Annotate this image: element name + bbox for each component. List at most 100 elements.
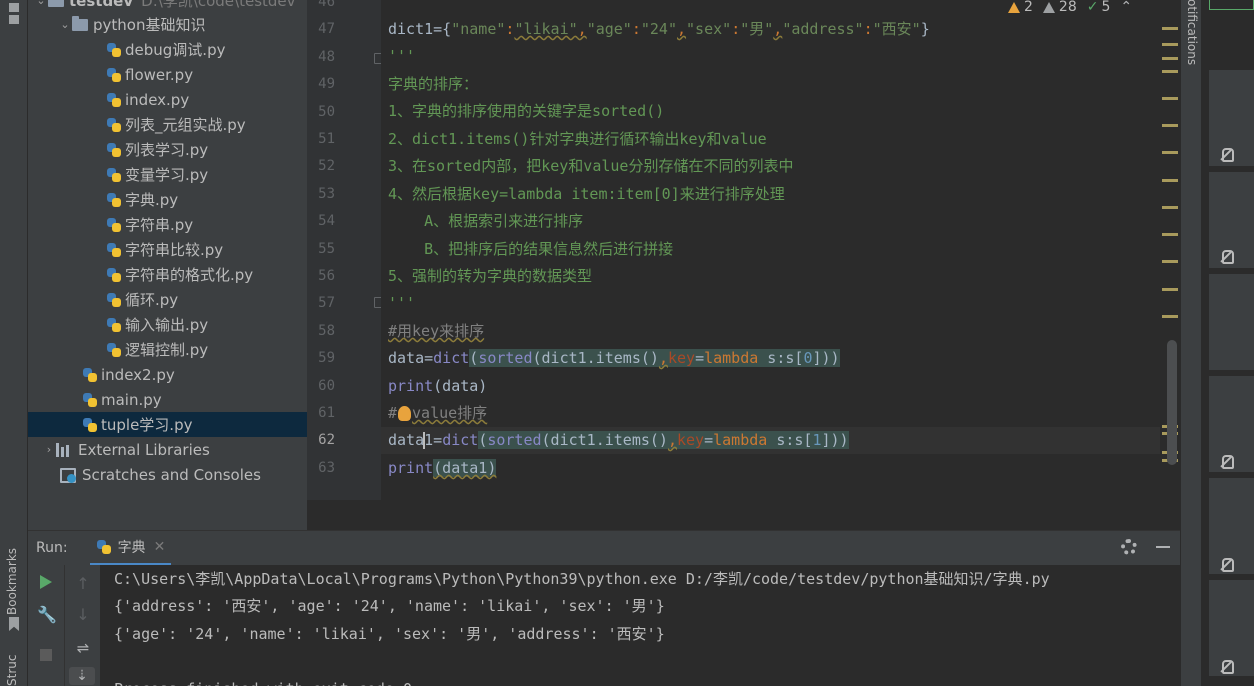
arrow-down-icon[interactable]: ↓ bbox=[74, 606, 92, 624]
python-file-icon bbox=[106, 192, 122, 208]
code-line-60: print(data) bbox=[388, 377, 488, 395]
line-number: 59 bbox=[318, 350, 335, 367]
code-editor[interactable]: dict1={"name":"likai","age":"24","sex":"… bbox=[381, 0, 1160, 500]
file-label: 字符串比较.py bbox=[125, 241, 224, 259]
file-label: 列表学习.py bbox=[125, 141, 209, 159]
scroll-to-end-icon[interactable]: ⇣ bbox=[69, 667, 95, 685]
tree-external-libraries[interactable]: › External Libraries bbox=[28, 437, 307, 462]
run-toolbar-primary: 🔧 bbox=[28, 565, 64, 686]
tree-file[interactable]: 输入输出.py bbox=[28, 312, 307, 337]
scroll-marker[interactable] bbox=[1162, 57, 1178, 60]
scroll-marker[interactable] bbox=[1162, 151, 1178, 154]
run-console[interactable]: C:\Users\李凯\AppData\Local\Programs\Pytho… bbox=[100, 565, 1180, 686]
mic-off-icon[interactable] bbox=[1219, 148, 1234, 162]
python-file-icon bbox=[106, 117, 122, 133]
code-line-61: # value排序 bbox=[388, 404, 488, 422]
tree-file[interactable]: 循环.py bbox=[28, 287, 307, 312]
scroll-marker[interactable] bbox=[1162, 315, 1178, 318]
tree-scratches[interactable]: Scratches and Consoles bbox=[28, 462, 307, 487]
external-libraries-label: External Libraries bbox=[78, 440, 210, 459]
ok-count[interactable]: ✓ 5 bbox=[1087, 0, 1111, 15]
scroll-marker[interactable] bbox=[1162, 97, 1178, 100]
scroll-marker[interactable] bbox=[1162, 70, 1178, 73]
tree-file[interactable]: 逻辑控制.py bbox=[28, 337, 307, 362]
tree-file[interactable]: tuple学习.py bbox=[28, 412, 307, 437]
mic-off-icon[interactable] bbox=[1219, 250, 1234, 264]
code-line-53: 4、然后根据key=lambda item:item[0]来进行排序处理 bbox=[388, 185, 785, 203]
line-number: 52 bbox=[318, 158, 335, 175]
scroll-marker[interactable] bbox=[1162, 288, 1178, 291]
tree-file[interactable]: 字符串的格式化.py bbox=[28, 262, 307, 287]
arrow-up-icon[interactable]: ↑ bbox=[74, 575, 92, 593]
file-label: index2.py bbox=[101, 365, 175, 384]
project-tool-icon[interactable] bbox=[9, 0, 19, 26]
mic-off-icon[interactable] bbox=[1219, 455, 1234, 469]
line-number: 55 bbox=[318, 240, 335, 257]
chevron-down-icon[interactable]: ⌄ bbox=[58, 18, 72, 31]
tree-file[interactable]: 列表_元组实战.py bbox=[28, 112, 307, 137]
scroll-marker[interactable] bbox=[1162, 43, 1178, 46]
tree-file[interactable]: index.py bbox=[28, 87, 307, 112]
green-outline bbox=[1209, 0, 1254, 10]
line-number: 56 bbox=[318, 268, 335, 284]
file-label: 列表_元组实战.py bbox=[125, 116, 246, 134]
weak-warnings-count[interactable]: 28 bbox=[1042, 0, 1077, 15]
tree-folder-python-basics[interactable]: ⌄ python基础知识 bbox=[28, 12, 307, 37]
run-label: Run: bbox=[36, 540, 68, 556]
tree-file[interactable]: 字符串.py bbox=[28, 212, 307, 237]
python-file-icon bbox=[82, 417, 98, 433]
notifications-tool-button[interactable]: Notifications bbox=[1185, 0, 1199, 65]
chevron-down-icon[interactable]: ⌄ bbox=[34, 0, 48, 7]
bookmarks-label: Bookmarks bbox=[5, 547, 19, 615]
file-label: index.py bbox=[125, 90, 190, 109]
warnings-count[interactable]: 2 bbox=[1008, 0, 1033, 15]
tree-file[interactable]: index2.py bbox=[28, 362, 307, 387]
close-icon[interactable]: ✕ bbox=[154, 539, 166, 555]
scroll-marker[interactable] bbox=[1162, 27, 1178, 30]
python-icon bbox=[96, 539, 112, 555]
code-line-49: 字典的排序： bbox=[388, 75, 479, 93]
code-line-50: 1、字典的排序使用的关键字是sorted() bbox=[388, 102, 665, 120]
tree-file[interactable]: 字符串比较.py bbox=[28, 237, 307, 262]
code-line-59: data=dict(sorted(dict1.items(),key=lambd… bbox=[388, 349, 840, 367]
editor-scrollbar[interactable] bbox=[1167, 340, 1177, 465]
scroll-marker[interactable] bbox=[1162, 206, 1178, 209]
soft-wrap-icon[interactable]: ⇌ bbox=[74, 639, 92, 657]
tree-file[interactable]: 列表学习.py bbox=[28, 137, 307, 162]
folder-icon bbox=[72, 15, 88, 31]
lightbulb-icon[interactable] bbox=[398, 406, 412, 421]
chevron-right-icon[interactable]: › bbox=[42, 443, 56, 456]
tree-file[interactable]: main.py bbox=[28, 387, 307, 412]
mic-off-icon[interactable] bbox=[1219, 558, 1234, 572]
python-file-icon bbox=[82, 392, 98, 408]
rerun-play-icon[interactable] bbox=[40, 575, 52, 589]
minimize-icon[interactable] bbox=[1156, 546, 1170, 548]
scroll-marker[interactable] bbox=[1162, 124, 1178, 127]
file-label: tuple学习.py bbox=[101, 416, 193, 434]
tree-file[interactable]: 字典.py bbox=[28, 187, 307, 212]
code-line-48: ''' bbox=[388, 47, 416, 65]
mic-off-icon[interactable] bbox=[1219, 660, 1234, 674]
wrench-icon[interactable]: 🔧 bbox=[37, 606, 57, 624]
bookmarks-tool-button[interactable]: Bookmarks bbox=[2, 545, 26, 635]
scroll-marker[interactable] bbox=[1162, 260, 1178, 263]
scratches-label: Scratches and Consoles bbox=[82, 465, 261, 484]
code-line-55: B、把排序后的结果信息然后进行拼接 bbox=[388, 240, 674, 258]
scroll-marker[interactable] bbox=[1162, 233, 1178, 236]
line-number: 51 bbox=[318, 131, 335, 147]
tree-file[interactable]: flower.py bbox=[28, 62, 307, 87]
run-panel-header: Run: 字典 ✕ bbox=[28, 530, 1180, 566]
tree-file[interactable]: 变量学习.py bbox=[28, 162, 307, 187]
python-file-icon bbox=[106, 267, 122, 283]
stop-icon[interactable] bbox=[40, 649, 52, 661]
run-tab[interactable]: 字典 ✕ bbox=[89, 531, 172, 566]
scroll-marker[interactable] bbox=[1162, 179, 1178, 182]
tree-file[interactable]: debug调试.py bbox=[28, 37, 307, 62]
right-tool-stripe: Notifications bbox=[1180, 0, 1201, 686]
inspection-widget[interactable]: 2 28 ✓ 5 ⌃ bbox=[1008, 0, 1132, 15]
gear-icon[interactable] bbox=[1121, 539, 1137, 555]
external-side-panel bbox=[1201, 0, 1254, 686]
structure-tool-button[interactable]: Structure bbox=[2, 655, 26, 686]
chevron-up-icon[interactable]: ⌃ bbox=[1120, 0, 1132, 15]
file-label: 变量学习.py bbox=[125, 166, 209, 184]
